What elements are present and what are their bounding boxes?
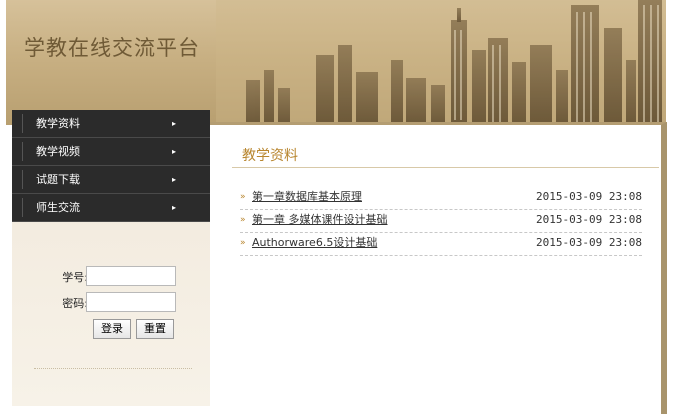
menu-item-teaching-videos[interactable]: 教学视频 ▸ xyxy=(12,138,210,166)
item-title-link[interactable]: Authorware6.5设计基础 xyxy=(252,233,377,253)
section-title: 教学资料 xyxy=(242,148,298,164)
password-input[interactable] xyxy=(86,292,176,312)
menu-item-label: 师生交流 xyxy=(36,201,80,214)
double-arrow-bullet-icon: » xyxy=(240,215,246,225)
menu-item-label: 教学视频 xyxy=(36,145,80,158)
divider xyxy=(34,368,192,369)
arrow-right-icon: ▸ xyxy=(172,175,177,184)
menu-separator xyxy=(22,170,23,189)
section-divider xyxy=(232,167,659,168)
student-id-label: 学号: xyxy=(62,271,88,284)
menu-separator xyxy=(22,142,23,161)
list-item: » 第一章数据库基本原理 2015-03-09 23:08 xyxy=(240,187,642,210)
arrow-right-icon: ▸ xyxy=(172,147,177,156)
left-column: 教学资料 ▸ 教学视频 ▸ 试题下载 ▸ 师生交流 ▸ 学号: 密码: 登录 重… xyxy=(12,110,210,406)
materials-list: » 第一章数据库基本原理 2015-03-09 23:08 » 第一章 多媒体课… xyxy=(240,187,642,256)
menu-item-teaching-materials[interactable]: 教学资料 ▸ xyxy=(12,110,210,138)
menu-separator xyxy=(22,198,23,217)
item-title-link[interactable]: 第一章数据库基本原理 xyxy=(252,187,362,207)
site-title: 学教在线交流平台 xyxy=(24,36,200,60)
password-row: 密码: xyxy=(12,292,210,314)
menu-separator xyxy=(22,114,23,133)
city-skyline-banner xyxy=(216,0,666,125)
menu-item-label: 试题下载 xyxy=(36,173,80,186)
arrow-right-icon: ▸ xyxy=(172,203,177,212)
list-item: » Authorware6.5设计基础 2015-03-09 23:08 xyxy=(240,233,642,256)
double-arrow-bullet-icon: » xyxy=(240,238,246,248)
menu-item-label: 教学资料 xyxy=(36,117,80,130)
side-menu: 教学资料 ▸ 教学视频 ▸ 试题下载 ▸ 师生交流 ▸ xyxy=(12,110,210,222)
arrow-right-icon: ▸ xyxy=(172,119,177,128)
main-content: 教学资料 » 第一章数据库基本原理 2015-03-09 23:08 » 第一章… xyxy=(210,122,667,414)
password-label: 密码: xyxy=(62,297,88,310)
item-date: 2015-03-09 23:08 xyxy=(536,213,642,226)
login-buttons-row: 登录 重置 xyxy=(12,319,210,341)
student-id-input[interactable] xyxy=(86,266,176,286)
student-id-row: 学号: xyxy=(12,266,210,288)
double-arrow-bullet-icon: » xyxy=(240,192,246,202)
list-item: » 第一章 多媒体课件设计基础 2015-03-09 23:08 xyxy=(240,210,642,233)
reset-button[interactable]: 重置 xyxy=(136,319,174,339)
item-date: 2015-03-09 23:08 xyxy=(536,236,642,249)
menu-item-exam-download[interactable]: 试题下载 ▸ xyxy=(12,166,210,194)
site-header: 学教在线交流平台 xyxy=(6,0,666,125)
item-title-link[interactable]: 第一章 多媒体课件设计基础 xyxy=(252,210,388,230)
item-date: 2015-03-09 23:08 xyxy=(536,190,642,203)
menu-item-communication[interactable]: 师生交流 ▸ xyxy=(12,194,210,222)
login-button[interactable]: 登录 xyxy=(93,319,131,339)
